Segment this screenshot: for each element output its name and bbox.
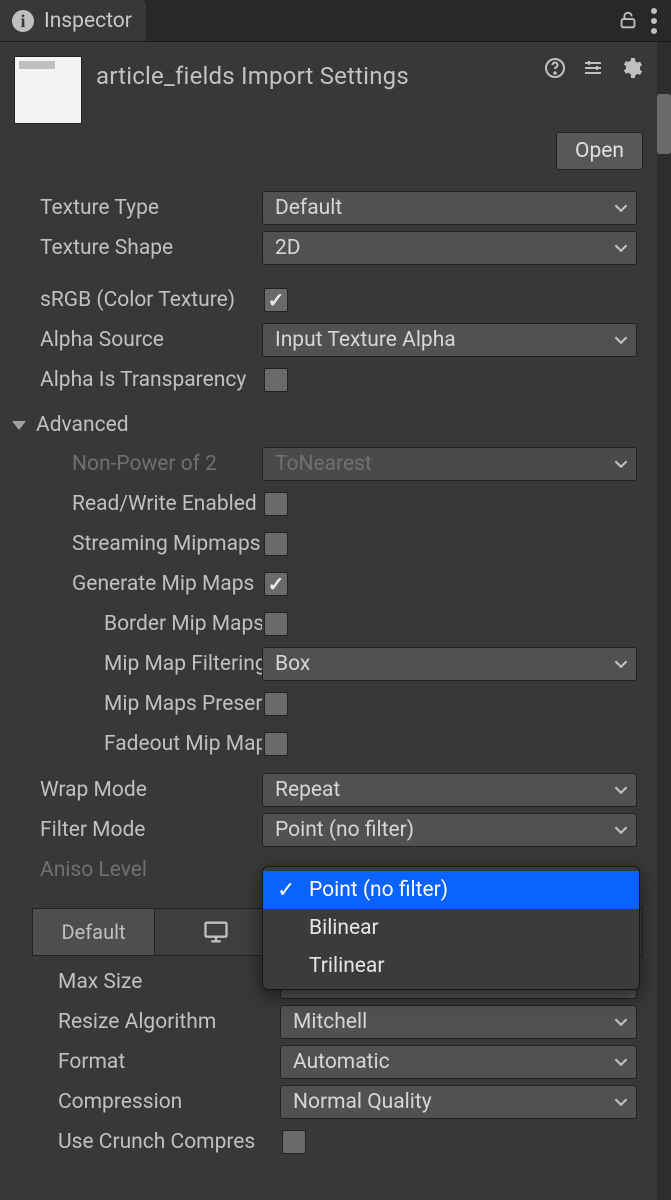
texture-shape-dropdown[interactable]: 2D [262,231,637,265]
advanced-label: Advanced [36,413,129,437]
texture-type-value: Default [275,196,342,220]
filter-mode-value: Point (no filter) [275,818,414,842]
fadeout-mip-maps-label: Fadeout Mip Maps [12,732,262,756]
fadeout-mip-maps-checkbox[interactable] [264,732,288,756]
read-write-checkbox[interactable] [264,492,288,516]
texture-shape-value: 2D [275,236,301,260]
open-button[interactable]: Open [556,132,643,170]
mip-maps-preserve-label: Mip Maps Preserve [12,692,262,716]
non-power-of-2-label: Non-Power of 2 [12,452,262,476]
mip-map-filtering-value: Box [275,652,310,676]
alpha-is-transparency-label: Alpha Is Transparency [12,368,262,392]
alpha-source-dropdown[interactable]: Input Texture Alpha [262,323,637,357]
srgb-label: sRGB (Color Texture) [12,288,262,312]
platform-tab-default-label: Default [62,920,126,944]
help-icon[interactable] [543,56,567,80]
aniso-level-label: Aniso Level [12,858,262,882]
alpha-is-transparency-checkbox[interactable] [264,368,288,392]
advanced-foldout[interactable]: Advanced [0,406,657,444]
wrap-mode-label: Wrap Mode [12,778,262,802]
title-bar: Inspector [0,0,671,42]
mip-map-filtering-dropdown[interactable]: Box [262,647,637,681]
compression-value: Normal Quality [293,1090,432,1114]
info-icon [12,10,34,32]
monitor-icon [202,918,230,946]
inspector-tab-label: Inspector [44,9,132,33]
streaming-mipmaps-label: Streaming Mipmaps [12,532,262,556]
read-write-label: Read/Write Enabled [12,492,262,516]
compression-dropdown[interactable]: Normal Quality [280,1085,637,1119]
wrap-mode-value: Repeat [275,778,340,802]
filter-mode-option-bilinear[interactable]: Bilinear [263,909,639,947]
border-mip-maps-label: Border Mip Maps [12,612,262,636]
generate-mip-maps-checkbox[interactable] [264,572,288,596]
lock-icon[interactable] [617,9,641,33]
filter-mode-option-point[interactable]: ✓ Point (no filter) [263,871,639,909]
generate-mip-maps-label: Generate Mip Maps [12,572,262,596]
format-dropdown[interactable]: Automatic [280,1045,637,1079]
alpha-source-value: Input Texture Alpha [275,328,456,352]
wrap-mode-dropdown[interactable]: Repeat [262,773,637,807]
texture-shape-label: Texture Shape [12,236,262,260]
filter-mode-option-trilinear-label: Trilinear [309,954,384,978]
max-size-label: Max Size [30,970,280,994]
srgb-checkbox[interactable] [264,288,288,312]
texture-type-dropdown[interactable]: Default [262,191,637,225]
format-value: Automatic [293,1050,390,1074]
inspector-tab[interactable]: Inspector [0,0,146,41]
resize-algorithm-label: Resize Algorithm [30,1010,280,1034]
asset-header: article_fields Import Settings [0,42,657,132]
asset-title: article_fields Import Settings [96,56,409,124]
non-power-of-2-value: ToNearest [275,452,372,476]
chevron-down-icon [12,421,26,430]
check-icon: ✓ [277,878,295,903]
alpha-source-label: Alpha Source [12,328,262,352]
border-mip-maps-checkbox[interactable] [264,612,288,636]
asset-thumbnail[interactable] [14,56,82,124]
use-crunch-label: Use Crunch Compres [30,1130,280,1154]
compression-label: Compression [30,1090,280,1114]
scrollbar-thumb[interactable] [657,94,671,154]
gear-icon[interactable] [619,56,643,80]
filter-mode-label: Filter Mode [12,818,262,842]
resize-algorithm-dropdown[interactable]: Mitchell [280,1005,637,1039]
filter-mode-dropdown[interactable]: Point (no filter) [262,813,637,847]
filter-mode-option-bilinear-label: Bilinear [309,916,379,940]
non-power-of-2-dropdown[interactable]: ToNearest [262,447,637,481]
mip-maps-preserve-checkbox[interactable] [264,692,288,716]
texture-type-label: Texture Type [12,196,262,220]
platform-tab-standalone[interactable] [155,909,277,955]
filter-mode-popup: ✓ Point (no filter) Bilinear Trilinear [262,866,640,990]
format-label: Format [30,1050,280,1074]
filter-mode-option-trilinear[interactable]: Trilinear [263,947,639,985]
preset-icon[interactable] [581,56,605,80]
kebab-menu-icon[interactable] [651,4,657,38]
use-crunch-checkbox[interactable] [282,1130,306,1154]
filter-mode-option-point-label: Point (no filter) [309,878,448,902]
resize-algorithm-value: Mitchell [293,1010,367,1034]
platform-tab-default[interactable]: Default [33,909,155,955]
streaming-mipmaps-checkbox[interactable] [264,532,288,556]
mip-map-filtering-label: Mip Map Filtering [12,652,262,676]
